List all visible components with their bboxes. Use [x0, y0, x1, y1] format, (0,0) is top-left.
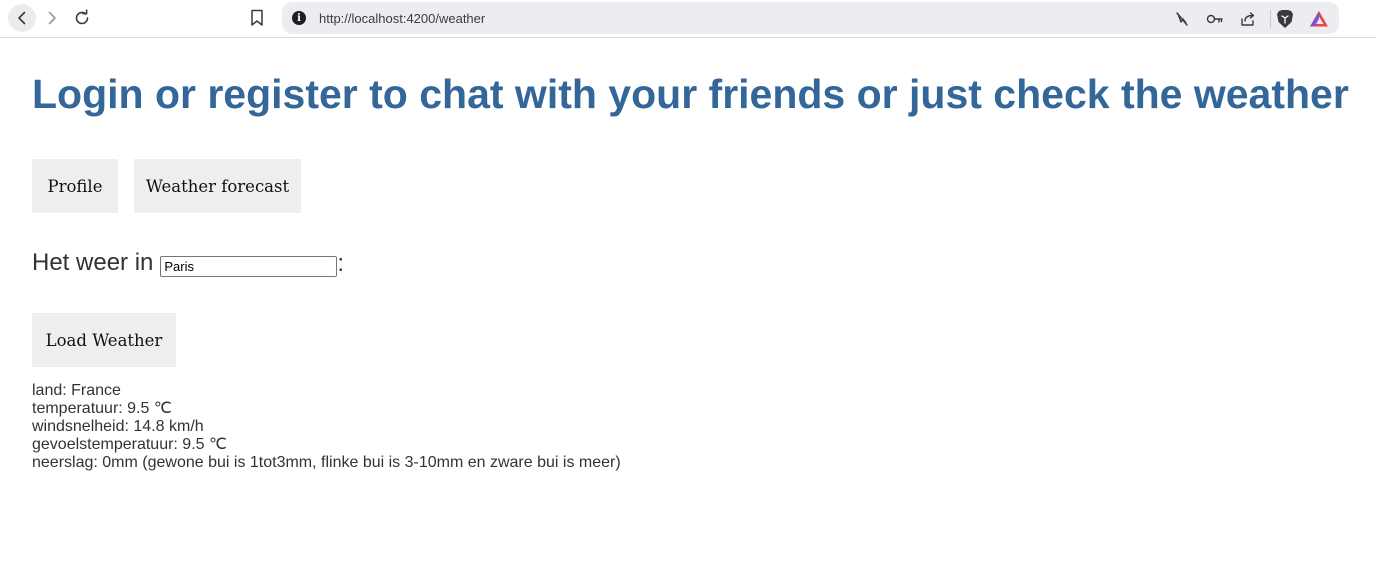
bookmark-icon — [251, 9, 263, 26]
load-weather-button[interactable]: Load Weather — [32, 313, 176, 367]
reload-button[interactable] — [68, 4, 96, 32]
info-icon[interactable]: i — [292, 11, 306, 25]
forward-button[interactable] — [38, 4, 66, 32]
weather-prompt-label: Het weer in — [32, 249, 154, 276]
no-tracking-icon[interactable] — [1171, 8, 1193, 30]
address-bar[interactable]: i http://localhost:4200/weather — [282, 2, 1339, 34]
chevron-left-icon — [18, 11, 26, 25]
result-temperature: temperatuur: 9.5 ℃ — [32, 400, 172, 417]
weather-city-row: Het weer in : — [32, 248, 344, 278]
share-icon[interactable] — [1237, 8, 1259, 30]
page-title: Login or register to chat with your frie… — [32, 71, 1349, 117]
brave-rewards-icon[interactable] — [1308, 8, 1330, 30]
reload-icon — [75, 9, 89, 25]
toolbar-divider — [1270, 10, 1271, 28]
chevron-right-icon — [48, 11, 56, 25]
result-precipitation: neerslag: 0mm (gewone bui is 1tot3mm, fl… — [32, 454, 621, 471]
result-feels-like: gevoelstemperatuur: 9.5 ℃ — [32, 436, 227, 453]
back-button[interactable] — [8, 4, 36, 32]
weather-forecast-button[interactable]: Weather forecast — [134, 159, 301, 213]
city-input[interactable] — [160, 255, 338, 277]
browser-toolbar: i http://localhost:4200/weather — [0, 0, 1376, 38]
result-country: land: France — [32, 382, 121, 399]
result-wind-speed: windsnelheid: 14.8 km/h — [32, 418, 204, 435]
url-text[interactable]: http://localhost:4200/weather — [319, 11, 485, 26]
brave-shield-icon[interactable] — [1274, 8, 1296, 30]
profile-button[interactable]: Profile — [32, 159, 118, 213]
colon-label: : — [337, 250, 345, 277]
key-icon[interactable] — [1204, 8, 1226, 30]
weather-results: land: France temperatuur: 9.5 ℃ windsnel… — [32, 382, 621, 472]
bookmark-button[interactable] — [246, 7, 268, 29]
